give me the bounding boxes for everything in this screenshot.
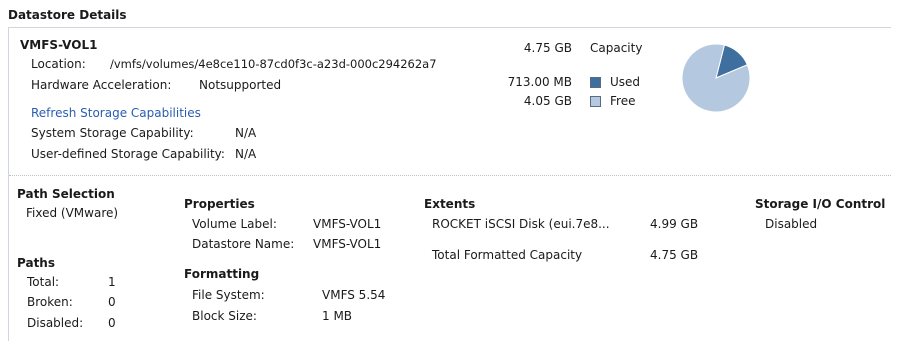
capacity-free-value: 4.05 GB <box>523 94 572 108</box>
file-system-value: VMFS 5.54 <box>322 288 386 302</box>
path-selection-title: Path Selection <box>17 187 115 201</box>
file-system-label: File System: <box>192 288 265 302</box>
paths-total-label: Total: <box>27 275 60 289</box>
capacity-pie-chart <box>681 43 751 113</box>
paths-broken-value: 0 <box>108 295 116 309</box>
paths-disabled-value: 0 <box>108 316 116 330</box>
capacity-used-value: 713.00 MB <box>507 75 572 89</box>
location-label: Location: <box>31 57 86 71</box>
extents-title: Extents <box>424 197 476 211</box>
refresh-storage-capabilities-link[interactable]: Refresh Storage Capabilities <box>31 106 201 120</box>
left-border <box>8 28 9 341</box>
paths-broken-label: Broken: <box>27 295 73 309</box>
volume-label-value: VMFS-VOL1 <box>313 217 382 231</box>
datastore-name: VMFS-VOL1 <box>20 38 98 52</box>
system-capability-label: System Storage Capability: <box>31 126 194 140</box>
datastore-name-label: Datastore Name: <box>192 237 295 251</box>
user-capability-value: N/A <box>235 147 257 161</box>
paths-title: Paths <box>17 256 55 270</box>
capacity-total-value: 4.75 GB <box>523 41 572 55</box>
location-value: /vmfs/volumes/4e8ce110-87cd0f3c-a23d-000… <box>110 57 437 71</box>
formatting-title: Formatting <box>184 267 260 281</box>
path-selection-value: Fixed (VMware) <box>26 206 119 220</box>
paths-disabled-label: Disabled: <box>27 316 84 330</box>
panel-title: Datastore Details <box>8 8 127 22</box>
capacity-free-label: Free <box>610 94 636 108</box>
hw-accel-value: Notsupported <box>199 78 282 92</box>
paths-total-value: 1 <box>108 275 116 289</box>
total-formatted-capacity-label: Total Formatted Capacity <box>432 248 583 262</box>
capacity-used-label: Used <box>610 75 641 89</box>
header-divider <box>8 27 891 28</box>
block-size-value: 1 MB <box>322 309 353 323</box>
volume-label-label: Volume Label: <box>192 217 277 231</box>
total-formatted-capacity-value: 4.75 GB <box>650 248 699 262</box>
section-divider <box>9 175 891 176</box>
used-legend-swatch <box>590 77 601 88</box>
free-legend-swatch <box>590 96 601 107</box>
capacity-total-label: Capacity <box>590 41 643 55</box>
hw-accel-label: Hardware Acceleration: <box>31 78 172 92</box>
block-size-label: Block Size: <box>192 309 257 323</box>
extent-disk-name[interactable]: ROCKET iSCSI Disk (eui.7e8... <box>432 217 610 231</box>
storage-io-control-value: Disabled <box>765 217 818 231</box>
user-capability-label: User-defined Storage Capability: <box>31 147 225 161</box>
system-capability-value: N/A <box>235 126 257 140</box>
properties-title: Properties <box>184 197 255 211</box>
extent-disk-size: 4.99 GB <box>650 217 699 231</box>
storage-io-control-title: Storage I/O Control <box>755 197 886 211</box>
datastore-name-value: VMFS-VOL1 <box>313 237 382 251</box>
